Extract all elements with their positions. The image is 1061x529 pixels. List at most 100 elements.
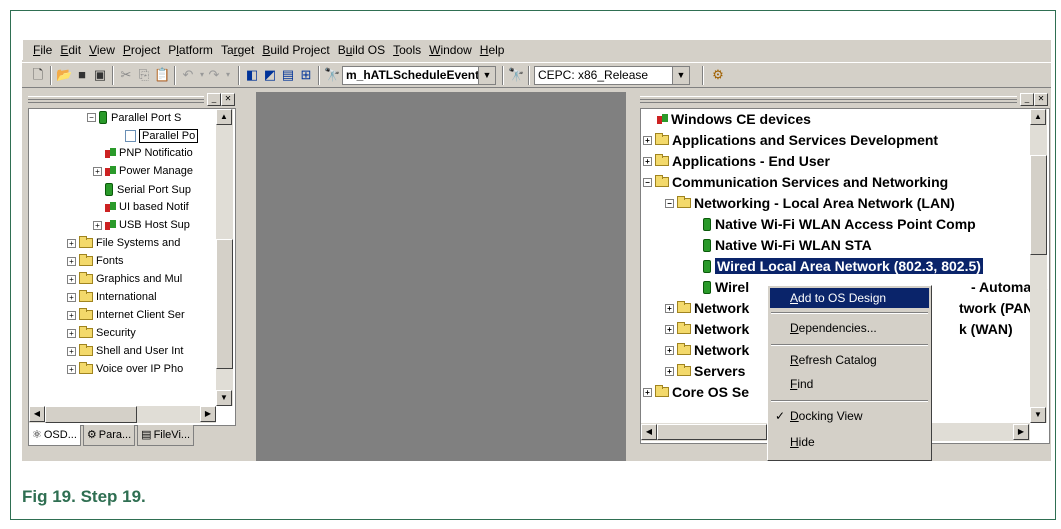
- tree-item[interactable]: − Parallel Port S: [87, 111, 181, 124]
- context-menu-item-add-to-os-design[interactable]: Add to OS Design: [770, 288, 929, 308]
- expand-icon[interactable]: +: [665, 303, 674, 313]
- context-menu-item-find[interactable]: Find: [770, 374, 929, 394]
- catalog-item[interactable]: Wired Local Area Network (802.3, 802.5): [703, 258, 983, 274]
- scroll-right-icon[interactable]: ▶: [200, 406, 216, 422]
- tree-item[interactable]: + Graphics and Mul: [67, 272, 182, 285]
- tree-item[interactable]: + Internet Client Ser: [67, 308, 185, 321]
- catalog-item[interactable]: + Applications - End User: [643, 153, 830, 169]
- context-menu-item-hide[interactable]: Hide: [770, 432, 929, 452]
- catalog-item[interactable]: − Networking - Local Area Network (LAN): [665, 195, 955, 211]
- catalog-item[interactable]: Native Wi-Fi WLAN STA: [703, 237, 872, 253]
- menu-build-project[interactable]: Build Project: [262, 43, 329, 57]
- scroll-left-icon[interactable]: ◀: [641, 424, 657, 440]
- build-icon[interactable]: ⚙: [710, 67, 726, 83]
- menu-target[interactable]: Target: [221, 43, 254, 57]
- catalog-vertical-scrollbar[interactable]: ▲ ▼: [1030, 109, 1047, 423]
- cut-icon[interactable]: ✂: [118, 67, 134, 83]
- context-menu-item-refresh-catalog[interactable]: Refresh Catalog: [770, 350, 929, 370]
- catalog-item[interactable]: Wirel: [703, 279, 749, 295]
- tree-item[interactable]: UI based Notif: [105, 201, 189, 213]
- menu-file[interactable]: File: [33, 43, 52, 57]
- tree-item[interactable]: + Security: [67, 326, 136, 339]
- tree-item[interactable]: + File Systems and: [67, 236, 180, 249]
- minimize-icon[interactable]: _: [207, 93, 221, 106]
- save-icon[interactable]: ■: [74, 67, 90, 83]
- catalog-item[interactable]: + Network: [665, 300, 749, 316]
- expand-icon[interactable]: +: [67, 256, 76, 266]
- tree-item[interactable]: + Voice over IP Pho: [67, 362, 183, 375]
- left-horizontal-scrollbar[interactable]: ◀ ▶: [29, 406, 216, 423]
- save-all-icon[interactable]: ▣: [92, 67, 108, 83]
- expand-icon[interactable]: +: [67, 238, 76, 248]
- scroll-right-icon[interactable]: ▶: [1013, 424, 1029, 440]
- catalog-item[interactable]: + Network: [665, 321, 749, 337]
- find-in-files-icon[interactable]: 🔭: [324, 67, 340, 83]
- collapse-icon[interactable]: −: [643, 177, 652, 187]
- tree-item[interactable]: + USB Host Sup: [93, 219, 190, 231]
- scroll-thumb[interactable]: [45, 406, 137, 423]
- chevron-down-icon[interactable]: ▼: [672, 67, 689, 84]
- tree-item[interactable]: Serial Port Sup: [105, 183, 191, 196]
- expand-icon[interactable]: +: [643, 135, 652, 145]
- expand-icon[interactable]: +: [67, 310, 76, 320]
- catalog-item[interactable]: Windows CE devices: [657, 111, 811, 127]
- tree-item[interactable]: PNP Notificatio: [105, 147, 193, 159]
- menu-view[interactable]: View: [89, 43, 115, 57]
- new-file-icon[interactable]: 🗋: [30, 67, 46, 83]
- expand-icon[interactable]: +: [643, 156, 652, 166]
- tab-file-view[interactable]: ▤ FileVi...: [137, 425, 195, 446]
- expand-icon[interactable]: +: [665, 345, 674, 355]
- scroll-up-icon[interactable]: ▲: [1030, 109, 1046, 125]
- drag-grip[interactable]: [28, 96, 204, 103]
- context-menu-item-dependencies[interactable]: Dependencies...: [770, 318, 929, 338]
- output-icon[interactable]: ◩: [262, 67, 278, 83]
- paste-icon[interactable]: 📋: [154, 67, 170, 83]
- tree-item[interactable]: Parallel Po: [125, 129, 199, 143]
- scroll-thumb[interactable]: [657, 424, 767, 440]
- scroll-left-icon[interactable]: ◀: [29, 406, 45, 422]
- catalog-item[interactable]: + Network: [665, 342, 749, 358]
- expand-icon[interactable]: +: [67, 346, 76, 356]
- scroll-up-icon[interactable]: ▲: [216, 109, 232, 125]
- tree-item[interactable]: + International: [67, 290, 157, 303]
- catalog-item[interactable]: − Communication Services and Networking: [643, 174, 948, 190]
- expand-icon[interactable]: +: [665, 324, 674, 334]
- tab-parameters[interactable]: ⚙ Para...: [82, 425, 136, 446]
- menu-project[interactable]: Project: [123, 43, 160, 57]
- drag-grip[interactable]: [640, 96, 1017, 103]
- scroll-down-icon[interactable]: ▼: [1030, 407, 1046, 423]
- collapse-icon[interactable]: −: [87, 113, 96, 122]
- close-icon[interactable]: ✕: [1034, 93, 1048, 106]
- windows-list-icon[interactable]: ▤: [280, 67, 296, 83]
- context-menu-item-docking-view[interactable]: ✓ Docking View: [770, 406, 929, 426]
- menu-window[interactable]: Window: [429, 43, 472, 57]
- menu-tools[interactable]: Tools: [393, 43, 421, 57]
- workspace-icon[interactable]: ◧: [244, 67, 260, 83]
- tree-item[interactable]: + Fonts: [67, 254, 124, 267]
- event-combo[interactable]: m_hATLScheduleEvent ▼: [342, 66, 496, 85]
- menu-help[interactable]: Help: [480, 43, 505, 57]
- menu-edit[interactable]: Edit: [60, 43, 81, 57]
- tree-item[interactable]: + Shell and User Int: [67, 344, 183, 357]
- expand-icon[interactable]: +: [93, 166, 102, 176]
- chevron-down-icon[interactable]: ▼: [478, 67, 495, 84]
- catalog-item[interactable]: Native Wi-Fi WLAN Access Point Comp: [703, 216, 976, 232]
- redo-dropdown-icon[interactable]: ▾: [220, 67, 236, 83]
- expand-icon[interactable]: +: [67, 274, 76, 284]
- expand-icon[interactable]: +: [665, 366, 674, 376]
- expand-icon[interactable]: +: [67, 292, 76, 302]
- tree-item[interactable]: + Power Manage: [93, 165, 193, 177]
- scroll-down-icon[interactable]: ▼: [216, 390, 232, 406]
- find-icon[interactable]: 🔭: [508, 67, 524, 83]
- expand-icon[interactable]: +: [67, 364, 76, 374]
- menu-platform[interactable]: Platform: [168, 43, 213, 57]
- expand-icon[interactable]: +: [643, 387, 652, 397]
- catalog-item[interactable]: + Applications and Services Development: [643, 132, 938, 148]
- minimize-icon[interactable]: _: [1020, 93, 1034, 106]
- class-view-icon[interactable]: ⊞: [298, 67, 314, 83]
- menu-build-os[interactable]: Build OS: [338, 43, 385, 57]
- open-folder-icon[interactable]: 📂: [56, 67, 72, 83]
- scroll-thumb[interactable]: [216, 239, 233, 369]
- configuration-combo[interactable]: CEPC: x86_Release ▼: [534, 66, 690, 85]
- left-vertical-scrollbar[interactable]: ▲ ▼: [216, 109, 233, 406]
